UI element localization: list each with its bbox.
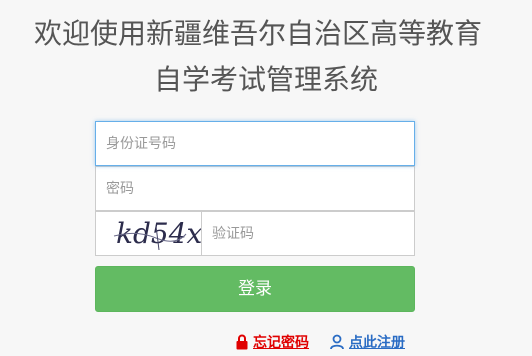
captcha-field xyxy=(201,211,415,256)
id-number-field xyxy=(95,121,415,166)
login-page: 欢迎使用新疆维吾尔自治区高等教育 自学考试管理系统 kd54x 登录 xyxy=(0,0,532,356)
forgot-password-label: 忘记密码 xyxy=(253,335,309,351)
password-field xyxy=(95,166,415,211)
register-link[interactable]: 点此注册 xyxy=(330,332,405,354)
forgot-password-link[interactable]: 忘记密码 xyxy=(235,332,309,354)
login-button[interactable]: 登录 xyxy=(95,266,415,312)
page-title-line2: 自学考试管理系统 xyxy=(153,63,378,96)
captcha-input[interactable] xyxy=(202,212,414,255)
user-icon xyxy=(330,334,345,356)
password-input[interactable] xyxy=(96,167,414,210)
captcha-image[interactable]: kd54x xyxy=(95,211,202,256)
id-number-input[interactable] xyxy=(96,122,414,165)
captcha-row: kd54x xyxy=(95,211,415,256)
register-label: 点此注册 xyxy=(349,335,405,351)
lock-icon xyxy=(235,334,249,356)
captcha-graphic: kd54x xyxy=(113,217,201,251)
footer-links: 忘记密码 点此注册 xyxy=(0,332,532,354)
page-title-line1: 欢迎使用新疆维吾尔自治区高等教育 xyxy=(33,17,482,50)
